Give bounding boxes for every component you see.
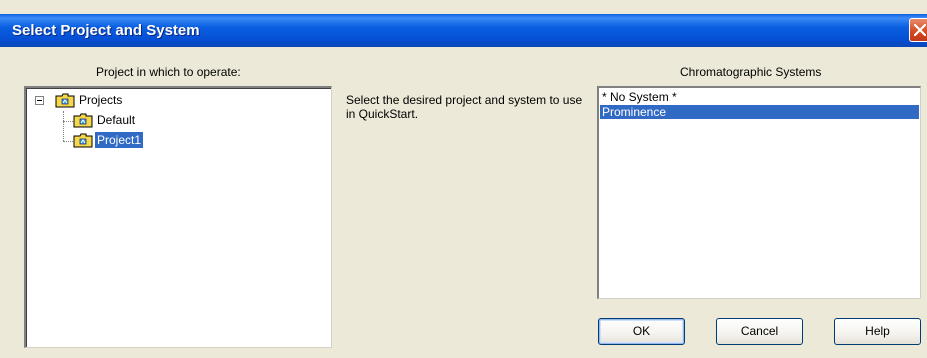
help-button[interactable]: Help	[834, 318, 921, 345]
tree-item-default[interactable]: Default	[95, 112, 137, 128]
folder-icon	[55, 93, 75, 108]
close-button[interactable]	[909, 18, 927, 42]
window-title: Select Project and System	[12, 22, 200, 39]
tree-item-projects[interactable]: Projects	[77, 92, 124, 108]
tree-item-project1[interactable]: Project1	[93, 131, 145, 149]
title-bar[interactable]: Select Project and System	[0, 14, 927, 47]
list-item-no-system[interactable]: * No System *	[600, 90, 919, 104]
folder-icon	[73, 133, 93, 148]
systems-listbox[interactable]: * No System * Prominence	[597, 86, 921, 299]
project-panel-label: Project in which to operate:	[96, 65, 241, 79]
tree-connector	[63, 141, 73, 142]
list-item-prominence[interactable]: Prominence	[600, 105, 919, 119]
systems-panel-label: Chromatographic Systems	[680, 65, 822, 79]
instructions-text: Select the desired project and system to…	[346, 93, 583, 121]
tree-connector	[63, 111, 64, 141]
close-icon	[914, 24, 926, 36]
tree-connector	[63, 121, 73, 122]
cancel-button[interactable]: Cancel	[716, 318, 803, 345]
folder-icon	[73, 113, 93, 128]
project-tree[interactable]: Projects Default Project1	[24, 86, 332, 348]
ok-button[interactable]: OK	[598, 318, 685, 345]
minus-expander-icon[interactable]	[35, 96, 44, 105]
select-project-dialog: Select Project and System Project in whi…	[0, 0, 927, 358]
